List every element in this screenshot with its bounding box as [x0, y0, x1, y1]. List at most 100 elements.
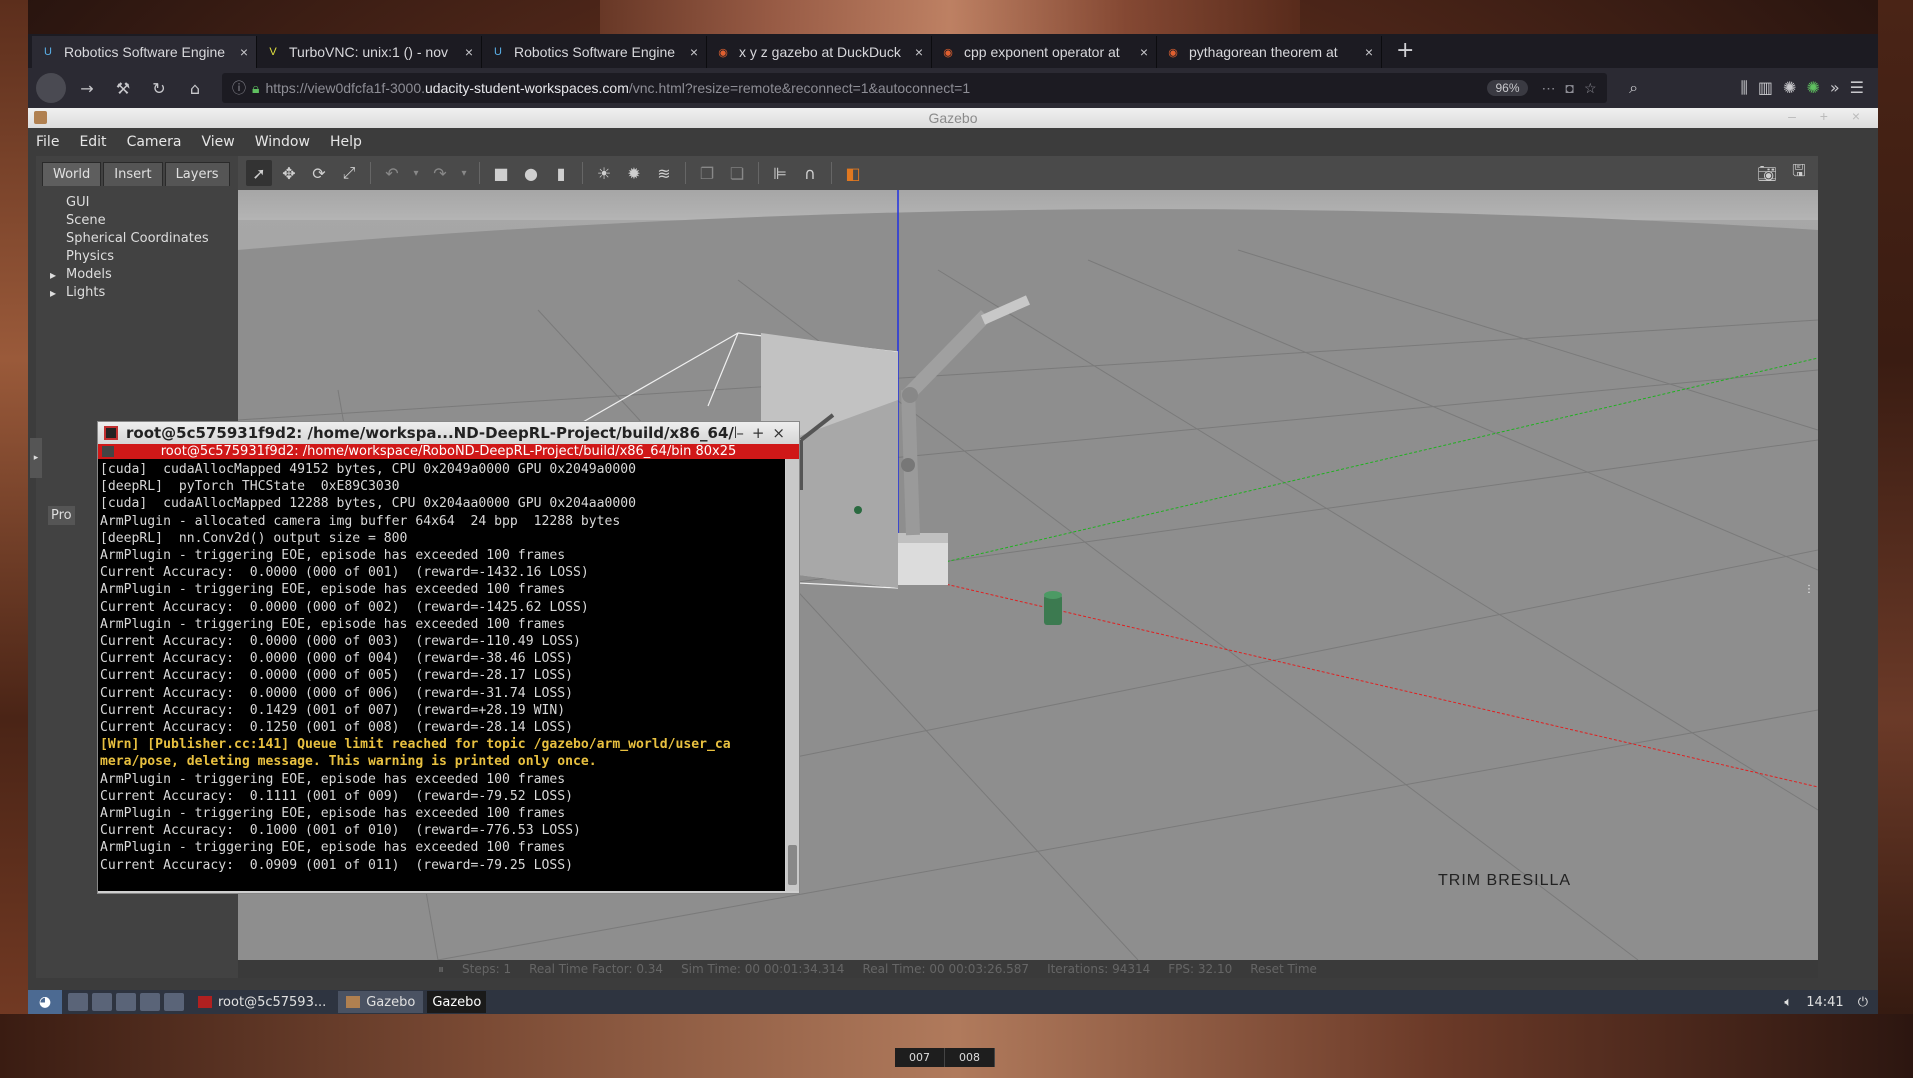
close-tab-icon[interactable]: × — [465, 44, 473, 60]
close-tab-icon[interactable]: × — [1365, 44, 1373, 60]
box-shape-icon[interactable]: ■ — [488, 160, 514, 186]
spot-light-icon[interactable]: ✹ — [621, 160, 647, 186]
view-angle-icon[interactable]: ◧ — [840, 160, 866, 186]
sphere-shape-icon[interactable]: ● — [518, 160, 544, 186]
terminal-scrollbar[interactable] — [786, 459, 799, 891]
tab-layers[interactable]: Layers — [164, 162, 230, 186]
undo-icon[interactable]: ↶ — [379, 160, 405, 186]
panel-collapse-handle[interactable]: ▸ — [30, 438, 42, 478]
taskbar-item[interactable]: Gazebo — [338, 991, 424, 1013]
sidebar-icon[interactable]: ▥ — [1758, 78, 1773, 98]
bookmark-star-icon[interactable]: ☆ — [1584, 80, 1597, 97]
tree-item-gui[interactable]: GUI — [56, 194, 238, 212]
redo-icon[interactable]: ↷ — [427, 160, 453, 186]
close-tab-icon[interactable]: × — [1140, 44, 1148, 60]
toolbar-divider — [831, 162, 832, 184]
file-manager-icon[interactable] — [68, 993, 88, 1011]
forward-icon[interactable]: → — [72, 73, 102, 103]
close-tab-icon[interactable]: × — [915, 44, 923, 60]
tree-item-models[interactable]: Models — [50, 266, 238, 284]
point-light-icon[interactable]: ☀ — [591, 160, 617, 186]
taskbar-item-label: Gazebo — [366, 994, 416, 1010]
taskbar-tooltip: Gazebo — [427, 991, 487, 1013]
home-icon[interactable]: ⌂ — [180, 73, 210, 103]
scale-mode-icon[interactable]: ⤢ — [336, 160, 362, 186]
vnc-page-indicator: 007 008 — [895, 1048, 995, 1067]
terminal-window-controls[interactable]: –+× — [736, 424, 793, 442]
menu-help[interactable]: Help — [330, 134, 362, 150]
vnc-page-button[interactable]: 007 — [895, 1048, 945, 1067]
extension-green-icon[interactable]: ✺ — [1806, 78, 1819, 98]
tab-world[interactable]: World — [42, 162, 102, 186]
url-bar[interactable]: ⓘ 🔒︎ https://view0dfcfa1f-3000. udacity-s… — [222, 73, 1607, 103]
menu-file[interactable]: File — [36, 134, 59, 150]
search-icon[interactable]: ⌕ — [1619, 73, 1649, 103]
zoom-badge[interactable]: 96% — [1487, 80, 1528, 96]
browser-tab[interactable]: V TurboVNC: unix:1 () - nov × — [257, 36, 482, 68]
directional-light-icon[interactable]: ≋ — [651, 160, 677, 186]
terminal-launch-icon[interactable] — [140, 993, 160, 1011]
terminal-icon — [104, 426, 118, 440]
new-tab-button[interactable]: + — [1382, 36, 1428, 68]
undo-dropdown-icon[interactable]: ▾ — [409, 160, 423, 186]
workspace-icon[interactable] — [164, 993, 184, 1011]
screenshot-icon[interactable]: 📷︎ — [1754, 160, 1780, 186]
menu-view[interactable]: View — [202, 134, 235, 150]
browser-tab[interactable]: ◉ pythagorean theorem at × — [1157, 36, 1382, 68]
menu-camera[interactable]: Camera — [127, 134, 182, 150]
redo-dropdown-icon[interactable]: ▾ — [457, 160, 471, 186]
menu-icon[interactable]: ☰ — [1850, 78, 1864, 98]
browser-tab[interactable]: ◉ cpp exponent operator at × — [932, 36, 1157, 68]
snap-icon[interactable]: ∩ — [797, 160, 823, 186]
terminal-output[interactable]: [cuda] cudaAllocMapped 49152 bytes, CPU … — [98, 459, 785, 891]
extension-icon[interactable]: ✺ — [1783, 78, 1796, 98]
viewport-resize-handle[interactable]: ⋮ — [1804, 584, 1814, 595]
paste-icon[interactable]: ❏ — [724, 160, 750, 186]
window-controls[interactable]: – + × — [1788, 108, 1870, 124]
terminal-window[interactable]: root@5c575931f9d2: /home/workspa...ND-De… — [97, 421, 800, 894]
tree-item-physics[interactable]: Physics — [56, 248, 238, 266]
show-desktop-icon[interactable] — [116, 993, 136, 1011]
preview-target — [854, 506, 862, 514]
menu-window[interactable]: Window — [255, 134, 310, 150]
terminal-line: ArmPlugin - triggering EOE, episode has … — [100, 582, 566, 598]
terminal-subtitle: root@5c575931f9d2: /home/workspace/RoboN… — [160, 444, 737, 459]
power-icon[interactable]: ⏻ — [1858, 995, 1868, 1010]
volume-icon[interactable]: 🔈︎ — [1784, 995, 1792, 1010]
terminal-line: Current Accuracy: 0.0000 (000 of 002) (r… — [100, 599, 589, 615]
log-icon[interactable]: 🖫 — [1786, 160, 1812, 186]
cylinder-shape-icon[interactable]: ▮ — [548, 160, 574, 186]
browser-tab[interactable]: U Robotics Software Engine × — [32, 36, 257, 68]
more-icon[interactable]: ⋯ — [1542, 80, 1556, 97]
align-icon[interactable]: ⊫ — [767, 160, 793, 186]
rotate-mode-icon[interactable]: ⟳ — [306, 160, 332, 186]
back-button[interactable] — [36, 73, 66, 103]
reload-icon[interactable]: ↻ — [144, 73, 174, 103]
menu-edit[interactable]: Edit — [79, 134, 106, 150]
translate-mode-icon[interactable]: ✥ — [276, 160, 302, 186]
gazebo-window: Gazebo – + × File Edit Camera View Window Hel… — [28, 108, 1878, 1014]
select-mode-icon[interactable]: ➚ — [246, 160, 272, 186]
reset-time-button[interactable]: Reset Time — [1250, 962, 1317, 976]
tree-item-lights[interactable]: Lights — [50, 284, 238, 302]
pocket-icon[interactable]: ◘ — [1566, 80, 1574, 96]
overflow-icon[interactable]: » — [1830, 78, 1840, 98]
browser-launch-icon[interactable] — [92, 993, 112, 1011]
tree-item-spherical-coordinates[interactable]: Spherical Coordinates — [56, 230, 238, 248]
copy-icon[interactable]: ❐ — [694, 160, 720, 186]
gazebo-title: Gazebo — [928, 110, 978, 126]
close-tab-icon[interactable]: × — [240, 44, 248, 60]
vnc-page-button[interactable]: 008 — [945, 1048, 995, 1067]
taskbar-item[interactable]: root@5c57593... — [190, 991, 334, 1013]
tree-item-scene[interactable]: Scene — [56, 212, 238, 230]
start-menu-icon[interactable]: ◕ — [28, 990, 62, 1014]
browser-tab[interactable]: U Robotics Software Engine × — [482, 36, 707, 68]
tab-insert[interactable]: Insert — [103, 162, 163, 186]
library-icon[interactable]: ⫼ — [1741, 78, 1748, 98]
terminal-line: [Wrn] [Publisher.cc:141] Queue limit rea… — [100, 737, 731, 753]
scrollbar-thumb[interactable] — [788, 845, 797, 885]
pause-icon[interactable]: ⏸ — [438, 962, 444, 977]
close-tab-icon[interactable]: × — [690, 44, 698, 60]
browser-tab[interactable]: ◉ x y z gazebo at DuckDuck × — [707, 36, 932, 68]
wrench-icon[interactable]: ⚒ — [108, 73, 138, 103]
